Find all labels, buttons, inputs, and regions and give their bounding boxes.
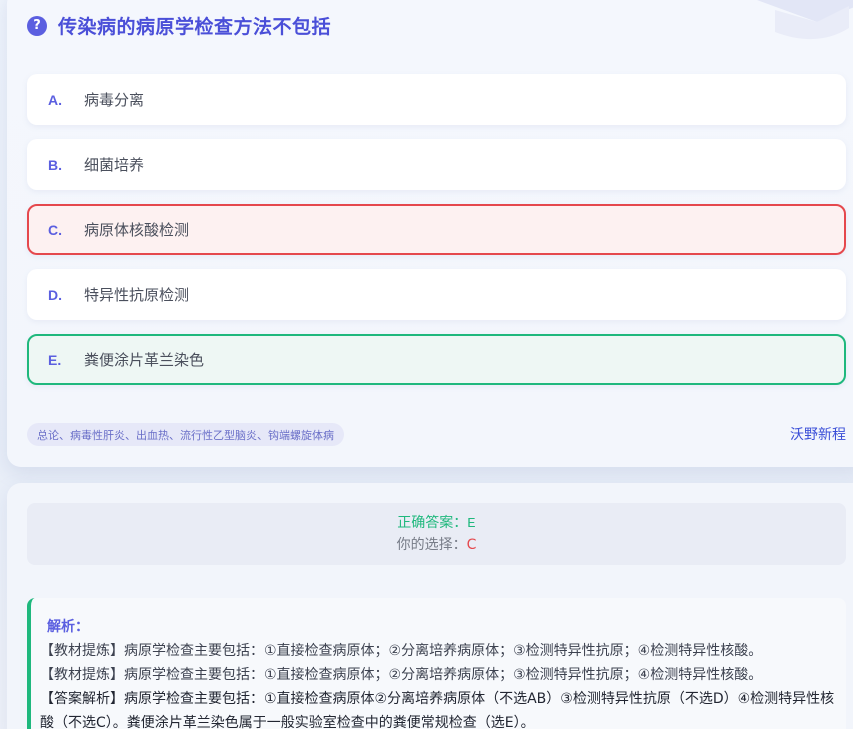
options-list: A. 病毒分离 B. 细菌培养 C. 病原体核酸检测 D. 特异性抗原检测 E.… xyxy=(27,74,846,399)
option-text: 病原体核酸检测 xyxy=(84,221,190,239)
source-label: 沃野新程 xyxy=(790,427,846,443)
user-choice: 你的选择：C xyxy=(397,535,477,556)
page: ? 传染病的病原学检查方法不包括 A. 病毒分离 B. 细菌培养 C. 病原体核… xyxy=(0,0,853,729)
question-card: ? 传染病的病原学检查方法不包括 A. 病毒分离 B. 细菌培养 C. 病原体核… xyxy=(7,0,853,467)
option-text: 细菌培养 xyxy=(84,156,145,174)
answer-card: 正确答案：E 你的选择：C 解析： 【教材提炼】病原学检查主要包括：①直接检查病… xyxy=(7,483,853,729)
option-a[interactable]: A. 病毒分离 xyxy=(27,74,846,125)
correct-answer-label: 正确答案： xyxy=(397,514,468,531)
correct-answer-value: E xyxy=(467,515,476,532)
question-header: ? 传染病的病原学检查方法不包括 xyxy=(27,12,331,39)
option-letter: A. xyxy=(48,91,62,108)
analysis-panel: 解析： 【教材提炼】病原学检查主要包括：①直接检查病原体；②分离培养病原体；③检… xyxy=(27,598,846,729)
option-b[interactable]: B. 细菌培养 xyxy=(27,139,846,190)
answer-summary: 正确答案：E 你的选择：C xyxy=(27,503,846,565)
chapter-tag[interactable]: 总论、病毒性肝炎、出血热、流行性乙型脑炎、钩端螺旋体病 xyxy=(27,423,344,446)
graduation-cap-icon xyxy=(757,0,853,40)
analysis-line: 【教材提炼】病原学检查主要包括：①直接检查病原体；②分离培养病原体；③检测特异性… xyxy=(40,667,763,683)
option-e[interactable]: E. 粪便涂片革兰染色 xyxy=(27,334,846,385)
option-text: 病毒分离 xyxy=(84,91,145,109)
option-letter: B. xyxy=(48,156,62,173)
question-icon: ? xyxy=(27,15,47,36)
analysis-title: 解析： xyxy=(47,619,89,635)
option-text: 粪便涂片革兰染色 xyxy=(84,351,205,369)
option-text: 特异性抗原检测 xyxy=(84,286,190,304)
option-letter: D. xyxy=(48,286,62,303)
user-choice-label: 你的选择： xyxy=(396,536,467,553)
option-letter: E. xyxy=(48,351,62,368)
user-choice-value: C xyxy=(466,536,477,553)
option-letter: C. xyxy=(48,221,62,238)
analysis-line: 【答案解析】病原学检查主要包括：①直接检查病原体②分离培养病原体（不选AB）③检… xyxy=(40,691,835,729)
analysis-line: 【教材提炼】病原学检查主要包括：①直接检查病原体；②分离培养病原体；③检测特异性… xyxy=(40,643,763,659)
correct-answer: 正确答案：E xyxy=(397,513,475,535)
question-title: 传染病的病原学检查方法不包括 xyxy=(58,16,332,38)
option-c[interactable]: C. 病原体核酸检测 xyxy=(27,204,846,255)
option-d[interactable]: D. 特异性抗原检测 xyxy=(27,269,846,320)
